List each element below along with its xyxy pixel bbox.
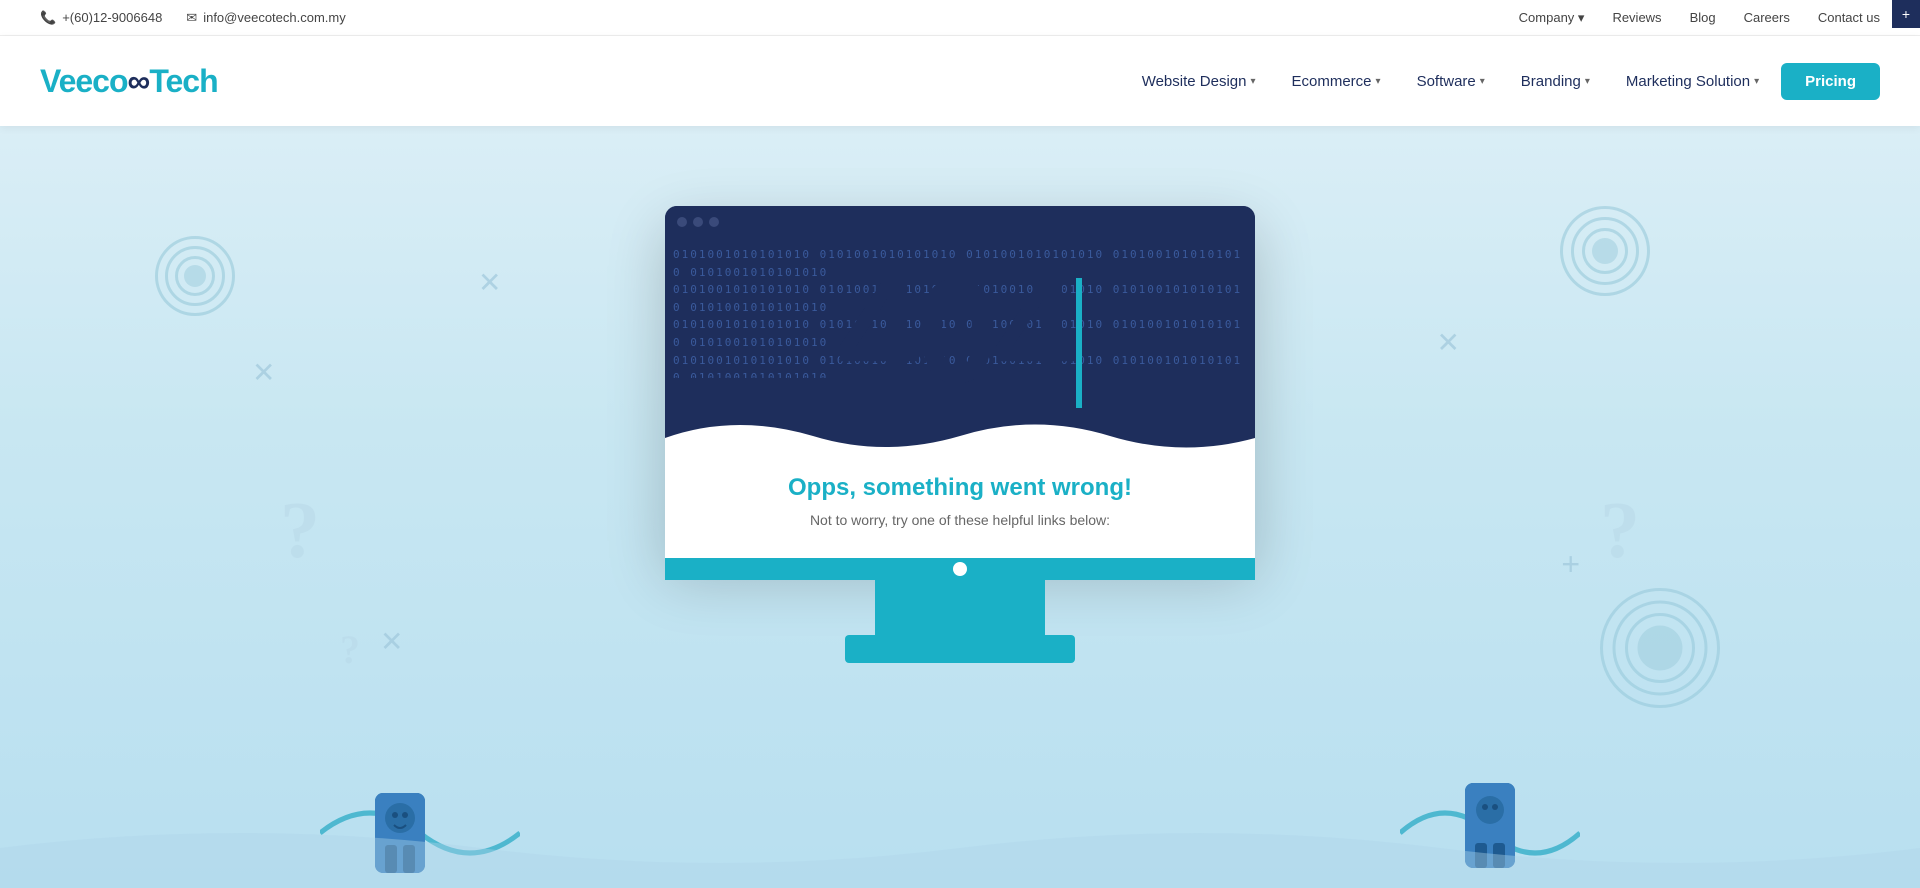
- marketing-solution-chevron: ▾: [1754, 76, 1759, 87]
- software-label: Software: [1417, 73, 1476, 90]
- monitor-screen: 0101001010101010 0101001010101010 010100…: [665, 238, 1255, 558]
- careers-nav-link[interactable]: Careers: [1744, 10, 1790, 25]
- deco-q-left-small: ?: [340, 626, 360, 673]
- deco-circles-right-bottom: [1600, 588, 1720, 708]
- reviews-nav-link[interactable]: Reviews: [1612, 10, 1661, 25]
- titlebar-btn-2: [693, 217, 703, 227]
- monitor-neck: [905, 580, 1015, 635]
- monitor-base-wrap: [845, 635, 1075, 663]
- nav-marketing-solution[interactable]: Marketing Solution ▾: [1612, 65, 1773, 98]
- website-design-chevron: ▾: [1250, 76, 1255, 87]
- monitor-body: 0101001010101010 0101001010101010 010100…: [665, 206, 1255, 558]
- corner-toggle-icon: +: [1902, 6, 1910, 22]
- email-info: ✉ info@veecotech.com.my: [186, 10, 345, 26]
- phone-number: +(60)12-9006648: [62, 10, 162, 25]
- screen-content: Opps, something went wrong! Not to worry…: [665, 458, 1255, 558]
- blog-nav-link[interactable]: Blog: [1690, 10, 1716, 25]
- monitor-neck-wrap: [905, 580, 1015, 635]
- hero-section: ✕ ✕ ✕ ✕ ? ? ? + 0101001010101010 0101001…: [0, 126, 1920, 888]
- top-bar-contact: 📞 +(60)12-9006648 ✉ info@veecotech.com.m…: [40, 10, 346, 26]
- logo-infinity: ∞: [128, 63, 150, 99]
- phone-info: 📞 +(60)12-9006648: [40, 10, 162, 26]
- ecommerce-chevron: ▾: [1376, 76, 1381, 87]
- contact-nav-link[interactable]: Contact us: [1818, 10, 1880, 25]
- website-design-label: Website Design: [1142, 73, 1247, 90]
- monitor-stand-dot: [953, 562, 967, 576]
- branding-label: Branding: [1521, 73, 1581, 90]
- deco-x-topright: ✕: [1437, 326, 1460, 359]
- deco-x-bottomleft: ✕: [380, 625, 403, 658]
- branding-chevron: ▾: [1585, 76, 1590, 87]
- monitor-illustration: 0101001010101010 0101001010101010 010100…: [665, 206, 1255, 663]
- phone-icon: 📞: [40, 10, 56, 26]
- cursor-blink: [1076, 278, 1082, 408]
- deco-plus: +: [1561, 546, 1580, 583]
- header: Veeco∞Tech Website Design ▾ Ecommerce ▾ …: [0, 36, 1920, 126]
- logo-light-text: Tech: [149, 63, 217, 99]
- logo-dark-text: Veeco: [40, 63, 128, 99]
- error-404-display: 404: [665, 238, 1255, 418]
- error-404-number: 404: [838, 249, 1073, 414]
- top-bar: 📞 +(60)12-9006648 ✉ info@veecotech.com.m…: [0, 0, 1920, 36]
- ecommerce-label: Ecommerce: [1292, 73, 1372, 90]
- deco-x-left: ✕: [252, 356, 275, 389]
- deco-q-right: ?: [1600, 486, 1640, 577]
- nav-website-design[interactable]: Website Design ▾: [1128, 65, 1270, 98]
- company-nav-link[interactable]: Company ▾: [1519, 10, 1585, 26]
- top-bar-nav: Company ▾ Reviews Blog Careers Contact u…: [1519, 10, 1880, 26]
- pricing-button[interactable]: Pricing: [1781, 63, 1880, 100]
- email-address: info@veecotech.com.my: [203, 10, 346, 25]
- oops-message: Opps, something went wrong!: [695, 474, 1225, 502]
- nav-software[interactable]: Software ▾: [1403, 65, 1499, 98]
- software-chevron: ▾: [1480, 76, 1485, 87]
- nav-branding[interactable]: Branding ▾: [1507, 65, 1604, 98]
- deco-circles-left: [155, 236, 235, 316]
- main-nav: Website Design ▾ Ecommerce ▾ Software ▾ …: [1128, 63, 1880, 100]
- error-code: 404: [695, 258, 1225, 408]
- corner-toggle-button[interactable]: +: [1892, 0, 1920, 28]
- monitor-titlebar: [665, 206, 1255, 238]
- ground-wave: [0, 808, 1920, 888]
- deco-x-topleft: ✕: [478, 266, 501, 299]
- deco-circles-right-top: [1560, 206, 1650, 296]
- monitor-stand-bar: [665, 558, 1255, 580]
- nav-ecommerce[interactable]: Ecommerce ▾: [1278, 65, 1395, 98]
- titlebar-btn-1: [677, 217, 687, 227]
- logo[interactable]: Veeco∞Tech: [40, 63, 218, 100]
- titlebar-btn-3: [709, 217, 719, 227]
- helpful-links-text: Not to worry, try one of these helpful l…: [695, 512, 1225, 528]
- monitor-base: [845, 635, 1075, 663]
- marketing-solution-label: Marketing Solution: [1626, 73, 1750, 90]
- deco-q-left: ?: [280, 486, 320, 577]
- email-icon: ✉: [186, 10, 197, 26]
